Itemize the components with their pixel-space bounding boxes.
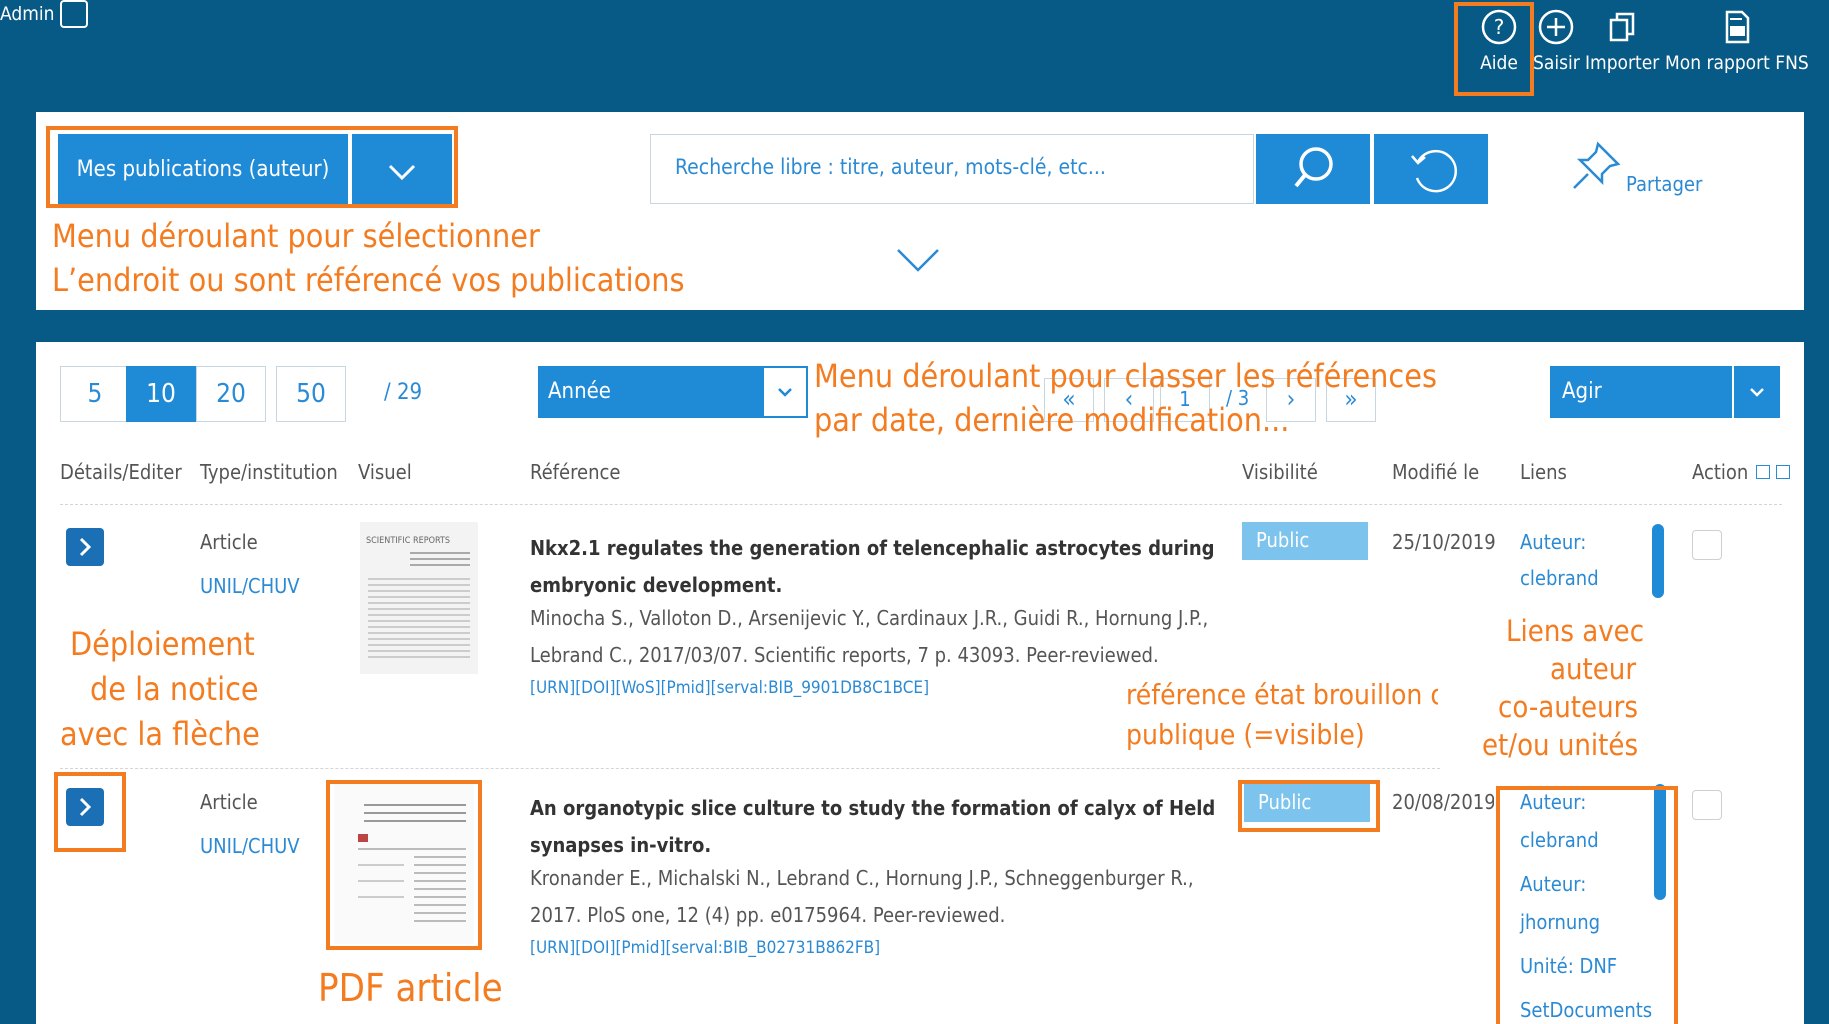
chevron-down-icon	[1750, 388, 1764, 397]
row-select-checkbox[interactable]	[1692, 530, 1722, 560]
col-action-label: Action	[1692, 460, 1749, 484]
refresh-icon	[1411, 149, 1457, 193]
add-label: Saisir	[1533, 52, 1580, 74]
row-institution[interactable]: UNIL/CHUV	[200, 834, 300, 858]
search-input[interactable]: Recherche libre : titre, auteur, mots-cl…	[650, 134, 1254, 204]
col-visual: Visuel	[358, 460, 412, 484]
copy-icon	[1609, 12, 1635, 42]
share-label: Partager	[1626, 172, 1703, 196]
row-title[interactable]: An organotypic slice culture to study th…	[530, 790, 1230, 864]
visibility-highlight	[1238, 780, 1380, 832]
scope-note-2: L’endroit ou sont référencé vos publicat…	[52, 261, 685, 299]
fns-report-button[interactable]: Mon rapport FNS	[1665, 8, 1809, 74]
row-type: Article	[200, 790, 258, 814]
expand-row-button[interactable]	[66, 528, 104, 566]
row-modified: 25/10/2019	[1392, 530, 1496, 554]
check-all-icon[interactable]	[1756, 465, 1771, 479]
row-link-label: Auteur:	[1520, 530, 1587, 554]
expand-highlight	[54, 772, 126, 852]
page-size-50[interactable]: 50	[276, 366, 346, 422]
col-visibility: Visibilité	[1242, 460, 1318, 484]
row-select-checkbox[interactable]	[1692, 790, 1722, 820]
header-divider	[60, 504, 1782, 505]
search-placeholder: Recherche libre : titre, auteur, mots-cl…	[675, 155, 1106, 179]
report-icon	[1725, 10, 1750, 44]
sort-dropdown[interactable]	[762, 366, 808, 418]
row-link-author[interactable]: clebrand	[1520, 566, 1599, 590]
deploy-note-2: de la notice	[90, 670, 259, 708]
col-action[interactable]: Action	[1692, 460, 1790, 484]
page-size-5[interactable]: 5	[60, 366, 130, 422]
links-note-4: et/ou unités	[1482, 728, 1639, 762]
row-identifiers[interactable]: [URN][DOI][WoS][Pmid][serval:BIB_9901DB8…	[530, 678, 929, 698]
import-label: Importer	[1585, 52, 1660, 74]
visibility-note-2: publique (=visible)	[1126, 718, 1365, 751]
admin-label: Admin	[0, 3, 55, 25]
sort-select[interactable]: Année	[538, 366, 762, 418]
help-highlight	[1454, 2, 1534, 96]
links-scrollbar[interactable]	[1652, 524, 1664, 598]
action-dropdown[interactable]	[1734, 366, 1780, 418]
deploy-note-3: avec la flèche	[60, 715, 260, 753]
import-button[interactable]: Importer	[1585, 8, 1659, 74]
chevron-right-icon	[79, 537, 92, 557]
pdf-note: PDF article	[318, 966, 503, 1010]
thumbnail-header: SCIENTIFIC REPORTS	[366, 536, 451, 546]
sort-label: Année	[548, 379, 611, 404]
col-reference: Référence	[530, 460, 621, 484]
row-authors: Minocha S., Valloton D., Arsenijevic Y.,…	[530, 606, 1209, 667]
links-note-1: Liens avec	[1506, 614, 1645, 648]
sort-note-2: par date, dernière modification...	[814, 401, 1290, 439]
plus-icon	[1539, 9, 1574, 45]
chevron-down-icon	[778, 388, 792, 397]
reset-button[interactable]	[1374, 134, 1488, 204]
admin-checkbox[interactable]	[60, 0, 89, 28]
action-label: Agir	[1562, 379, 1602, 404]
fns-report-label: Mon rapport FNS	[1665, 52, 1809, 74]
scope-note-1: Menu déroulant pour sélectionner	[52, 217, 540, 255]
sort-note-1: Menu déroulant pour classer les référenc…	[814, 357, 1437, 395]
row-institution[interactable]: UNIL/CHUV	[200, 574, 300, 598]
col-details: Détails/Editer	[60, 460, 182, 484]
links-note-3: co-auteurs	[1498, 690, 1638, 724]
chevron-down-icon	[897, 249, 939, 272]
row-identifiers[interactable]: [URN][DOI][Pmid][serval:BIB_B02731B862FB…	[530, 938, 880, 958]
links-note-2: auteur	[1550, 652, 1637, 686]
share-button[interactable]: Partager	[1568, 138, 1702, 198]
row-title[interactable]: Nkx2.1 regulates the generation of telen…	[530, 530, 1230, 604]
col-modified: Modifié le	[1392, 460, 1480, 484]
expand-filters[interactable]	[896, 246, 940, 280]
row-modified: 20/08/2019	[1392, 790, 1494, 814]
scope-highlight	[46, 126, 458, 208]
page-size-10[interactable]: 10	[126, 366, 196, 422]
pdf-highlight	[326, 780, 482, 950]
article-thumbnail[interactable]: SCIENTIFIC REPORTS	[360, 522, 478, 674]
row-divider	[60, 768, 1440, 769]
page-size-20[interactable]: 20	[196, 366, 266, 422]
visibility-badge[interactable]: Public	[1242, 522, 1368, 560]
row-type: Article	[200, 530, 258, 554]
total-count: / 29	[384, 380, 423, 405]
col-links: Liens	[1520, 460, 1567, 484]
add-button[interactable]: Saisir	[1533, 8, 1580, 74]
links-highlight	[1496, 786, 1678, 1024]
search-button[interactable]	[1256, 134, 1370, 204]
pin-icon	[1573, 141, 1621, 189]
deploy-note-1: Déploiement	[70, 625, 255, 663]
search-icon	[1294, 147, 1333, 188]
visibility-note-1: référence état brouillon ou	[1126, 678, 1438, 711]
col-type: Type/institution	[200, 460, 338, 484]
action-select[interactable]: Agir	[1550, 366, 1732, 418]
row-authors: Kronander E., Michalski N., Lebrand C., …	[530, 866, 1194, 927]
uncheck-all-icon[interactable]	[1775, 465, 1790, 479]
